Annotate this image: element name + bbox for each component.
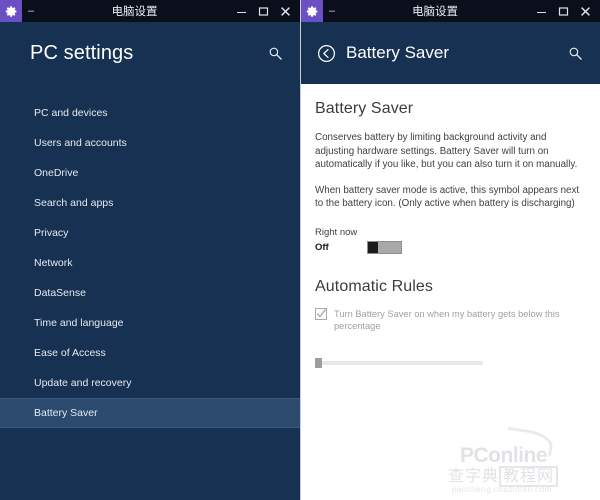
battery-saver-header: Battery Saver (301, 22, 600, 84)
sidebar-item-label: Time and language (34, 317, 124, 329)
description-paragraph-2: When battery saver mode is active, this … (315, 184, 580, 210)
sidebar-item-network[interactable]: Network (0, 248, 300, 278)
left-titlebar: – 电脑设置 (0, 0, 300, 22)
minimize-icon[interactable] (530, 0, 552, 22)
watermark-brand: PConline (460, 444, 548, 467)
gear-icon (301, 0, 323, 22)
sidebar-item-label: DataSense (34, 287, 86, 299)
toggle-thumb (368, 241, 378, 253)
screenshot-root: – 电脑设置 PC settings PC and devices Users … (0, 0, 600, 500)
maximize-icon[interactable] (552, 0, 574, 22)
back-arrow-icon[interactable] (315, 42, 337, 64)
watermark-chinese-2: 教程网 (499, 466, 559, 487)
watermark-swoosh-icon (504, 426, 555, 457)
section-title-battery-saver: Battery Saver (315, 100, 414, 117)
watermark: PConline 查字典 教程网 jiaocheng.chazidian.com (446, 424, 596, 498)
sidebar-item-battery-saver[interactable]: Battery Saver (0, 398, 300, 428)
pc-settings-window: – 电脑设置 PC settings PC and devices Users … (0, 0, 300, 500)
sidebar-item-users-and-accounts[interactable]: Users and accounts (0, 128, 300, 158)
watermark-chinese: 查字典 教程网 (448, 462, 559, 487)
settings-nav-list: PC and devices Users and accounts OneDri… (0, 98, 300, 428)
gear-icon (0, 0, 22, 22)
sidebar-item-label: Ease of Access (34, 347, 106, 359)
sidebar-item-ease-of-access[interactable]: Ease of Access (0, 338, 300, 368)
battery-percentage-slider[interactable] (315, 357, 483, 369)
page-title: PC settings (30, 41, 134, 64)
toggle-state-label: Off (315, 241, 329, 253)
description-paragraph-1: Conserves battery by limiting background… (315, 132, 578, 170)
close-icon[interactable] (274, 0, 296, 22)
right-window-controls (530, 0, 600, 22)
left-window-title: 电脑设置 (111, 6, 158, 18)
minimize-icon[interactable] (230, 0, 252, 22)
sidebar-item-datasense[interactable]: DataSense (0, 278, 300, 308)
auto-rule-checkbox[interactable] (315, 307, 327, 320)
watermark-url: jiaocheng.chazidian.com (452, 484, 552, 494)
sidebar-item-onedrive[interactable]: OneDrive (0, 158, 300, 188)
search-icon[interactable] (264, 42, 286, 64)
left-window-controls (230, 0, 300, 22)
close-icon[interactable] (574, 0, 596, 22)
right-titlebar-menu-glyph[interactable]: – (323, 5, 340, 17)
sidebar-item-label: PC and devices (34, 107, 108, 119)
battery-saver-content: Battery Saver Conserves battery by limit… (301, 84, 600, 500)
right-now-label: Right now (315, 226, 358, 238)
watermark-chinese-1: 查字典 (448, 468, 500, 485)
slider-thumb[interactable] (315, 357, 322, 368)
right-titlebar: – 电脑设置 (301, 0, 600, 22)
sidebar-item-search-and-apps[interactable]: Search and apps (0, 188, 300, 218)
sidebar-item-label: Privacy (34, 227, 69, 239)
left-titlebar-menu-glyph[interactable]: – (22, 5, 39, 17)
sidebar-item-label: OneDrive (34, 167, 79, 179)
sidebar-item-label: Battery Saver (34, 407, 98, 419)
sidebar-item-privacy[interactable]: Privacy (0, 218, 300, 248)
maximize-icon[interactable] (252, 0, 274, 22)
right-window-title: 电脑设置 (412, 6, 459, 18)
pc-settings-nav-pane: PC settings PC and devices Users and acc… (0, 22, 300, 500)
battery-saver-toggle[interactable] (367, 240, 402, 254)
sidebar-item-label: Network (34, 257, 73, 269)
search-icon[interactable] (564, 42, 586, 64)
section-title-automatic-rules: Automatic Rules (315, 277, 433, 295)
sidebar-item-label: Update and recovery (34, 377, 132, 389)
breadcrumb: Battery Saver (346, 43, 449, 62)
sidebar-item-pc-and-devices[interactable]: PC and devices (0, 98, 300, 128)
nav-header: PC settings (0, 22, 300, 84)
battery-saver-window: – 电脑设置 Battery Saver Battery Saver Conse… (300, 0, 600, 500)
auto-rule-label: Turn Battery Saver on when my battery ge… (334, 308, 560, 332)
battery-saver-toggle-row: Off (315, 240, 584, 254)
auto-rule-row: Turn Battery Saver on when my battery ge… (315, 307, 584, 333)
sidebar-item-time-and-language[interactable]: Time and language (0, 308, 300, 338)
sidebar-item-label: Users and accounts (34, 137, 127, 149)
sidebar-item-label: Search and apps (34, 197, 114, 209)
sidebar-item-update-and-recovery[interactable]: Update and recovery (0, 368, 300, 398)
slider-track (315, 360, 483, 365)
